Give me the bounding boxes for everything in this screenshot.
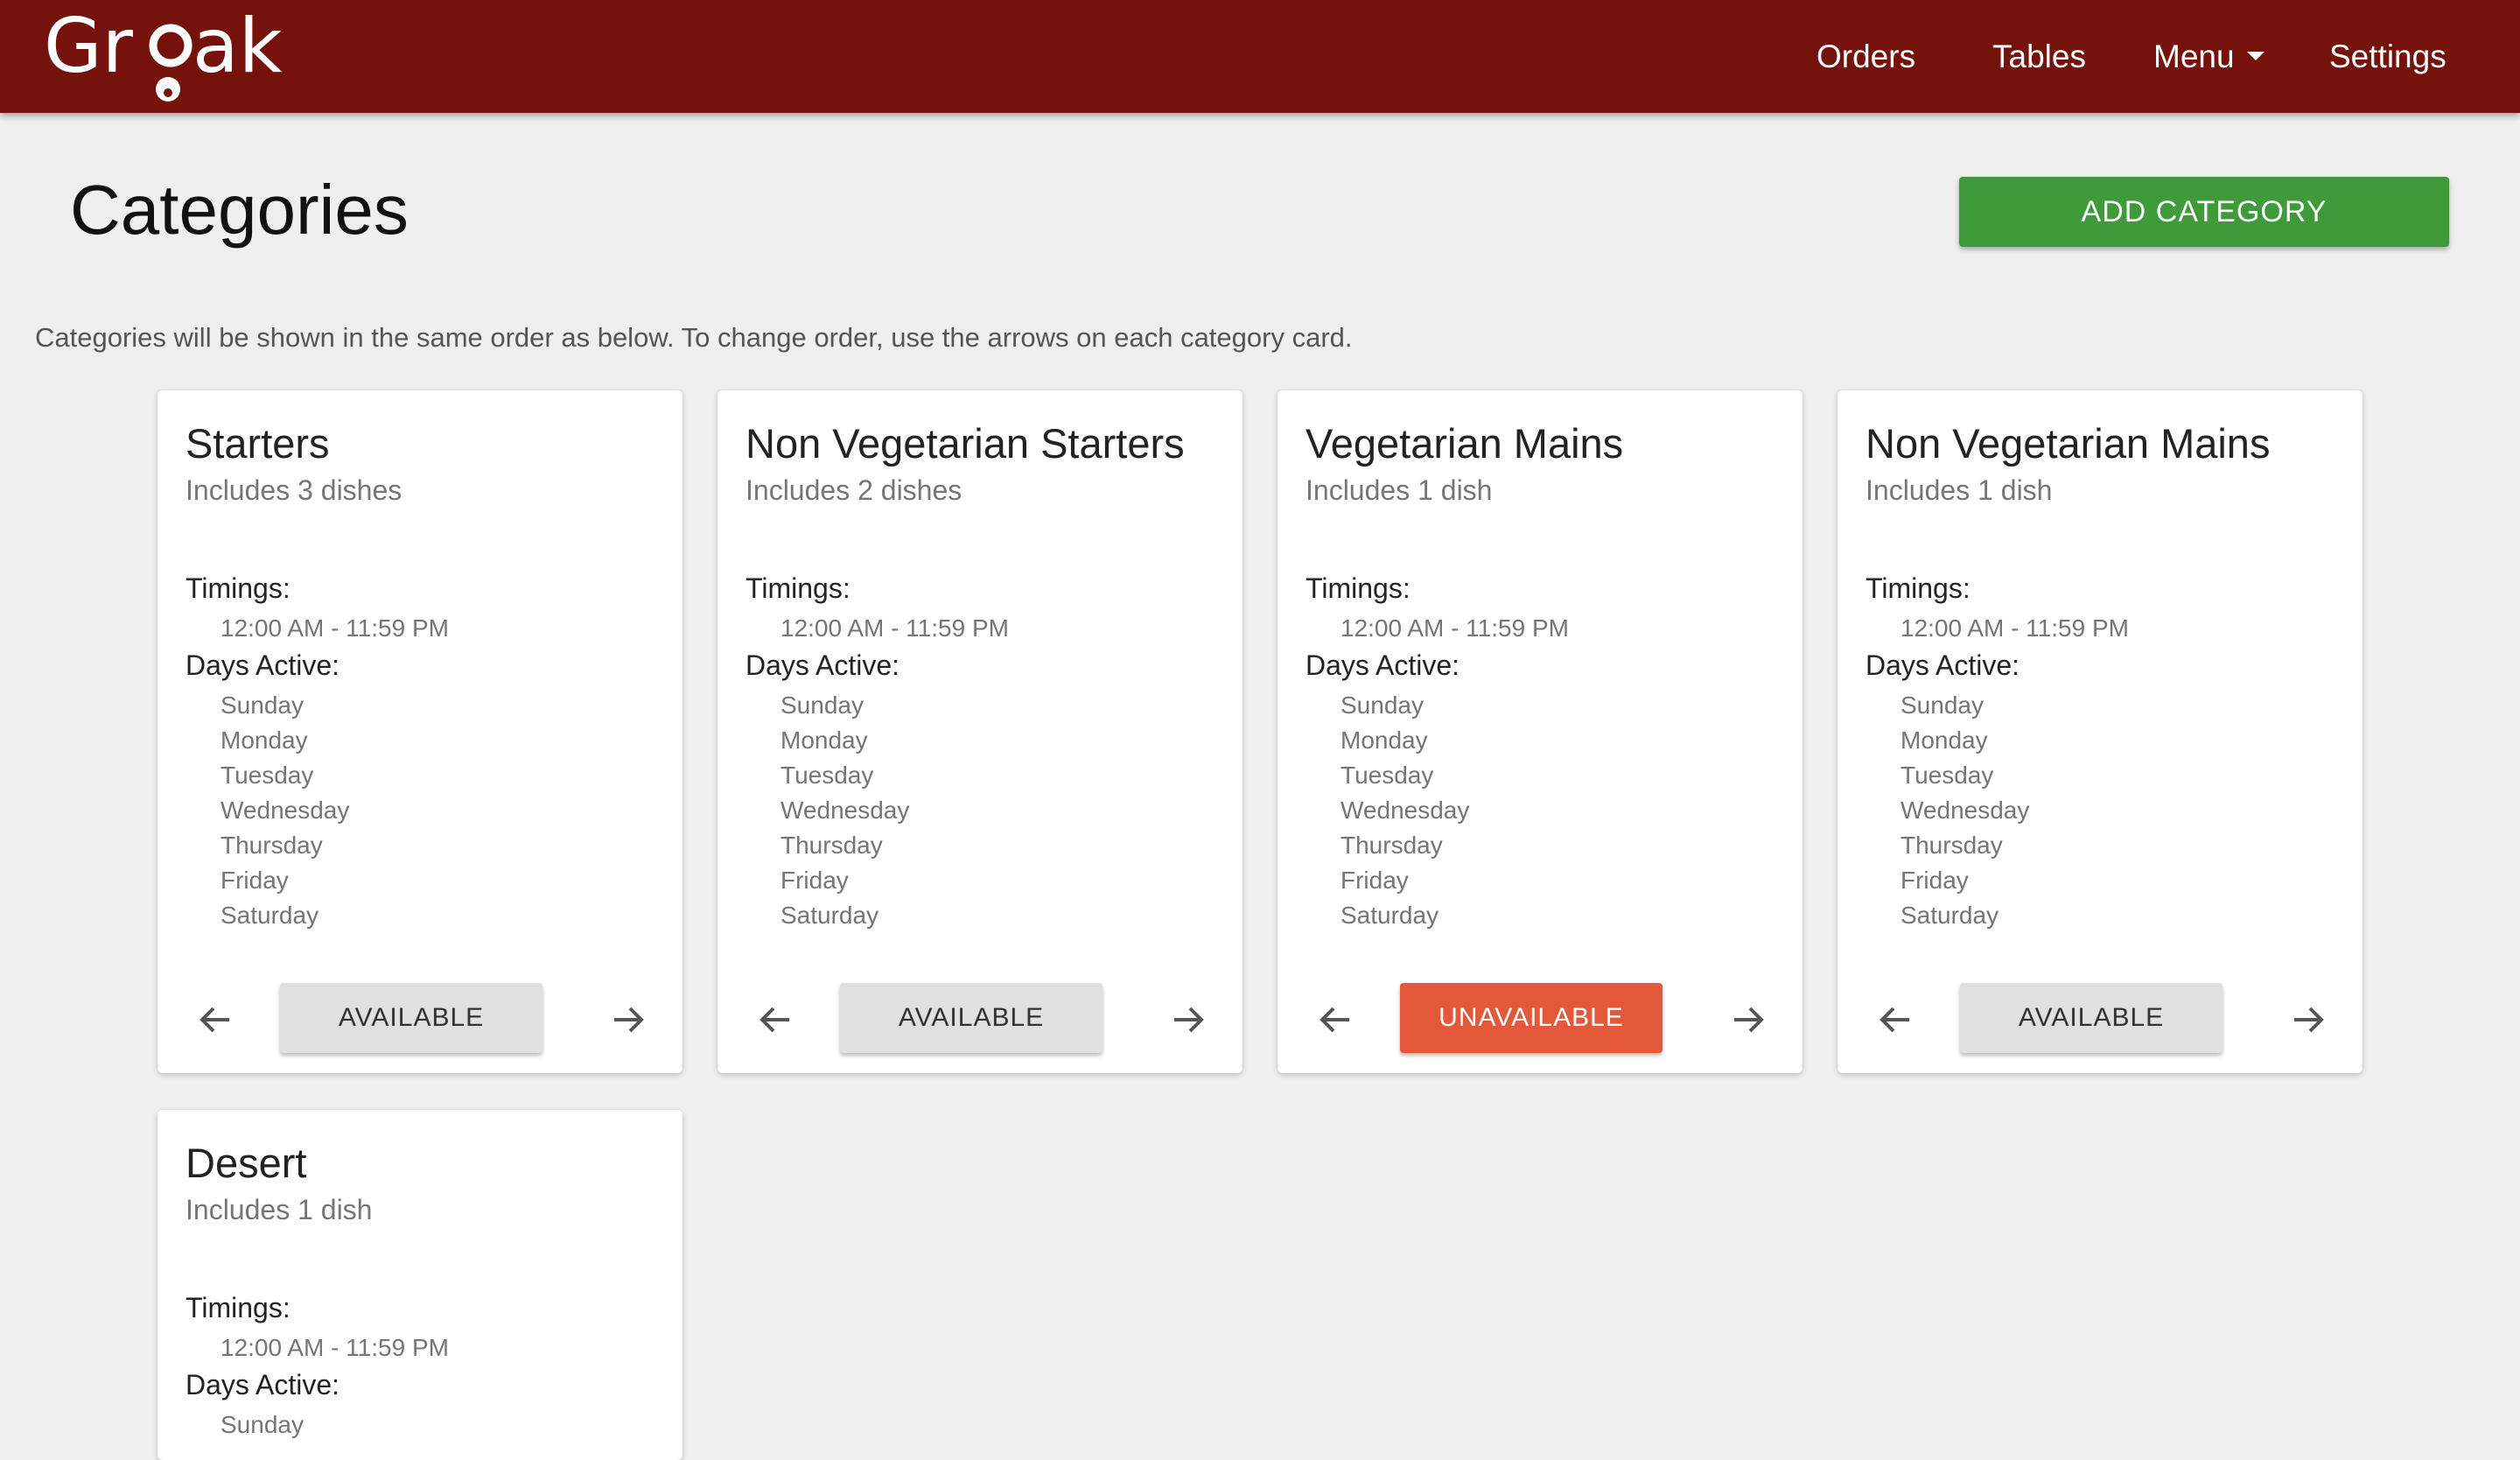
arrow-left-icon[interactable] [1872,997,1918,1042]
day-item: Monday [1340,726,1428,754]
order-hint-text: Categories will be shown in the same ord… [35,322,1353,353]
page-title: Categories [70,171,409,249]
caret-down-icon [2246,52,2264,61]
availability-toggle-button[interactable]: AVAILABLE [1960,983,2222,1053]
timings-label: Timings: [186,572,290,604]
day-item: Thursday [1340,832,1443,859]
days-active-label: Days Active: [1306,649,1460,681]
day-item: Friday [1900,867,1969,894]
day-item: Wednesday [220,797,350,824]
days-list: Sunday Monday Tuesday Wednesday Thursday… [1340,688,1469,933]
day-item: Sunday [1340,691,1424,719]
category-dish-count: Includes 1 dish [186,1194,373,1225]
top-navbar: Gr ak Orders Tables Menu Settings [0,0,2520,113]
days-active-label: Days Active: [186,1369,340,1400]
availability-toggle-button[interactable]: UNAVAILABLE [1400,983,1662,1053]
add-category-button[interactable]: ADD CATEGORY [1959,177,2449,247]
svg-text:ak: ak [192,4,283,90]
timing-range: 12:00 AM - 11:59 PM [780,614,1009,642]
timings-label: Timings: [746,572,850,604]
availability-toggle-button[interactable]: AVAILABLE [280,983,542,1053]
nav-tables[interactable]: Tables [1992,35,2086,79]
day-item: Wednesday [1340,797,1470,824]
category-dish-count: Includes 2 dishes [746,474,962,506]
arrow-left-icon[interactable] [1312,997,1358,1042]
day-item: Sunday [780,691,864,719]
day-item: Friday [780,867,849,894]
arrow-left-icon[interactable] [752,997,798,1042]
days-list: Sunday Monday Tuesday Wednesday Thursday… [220,688,349,933]
day-item: Sunday [1900,691,1984,719]
category-card: Vegetarian Mains Includes 1 dish Timings… [1278,390,1802,1073]
category-dish-count: Includes 3 dishes [186,474,402,506]
day-item: Saturday [1900,902,1999,929]
nav-orders[interactable]: Orders [1816,35,1915,79]
nav-menu-dropdown[interactable]: Menu [2153,35,2264,79]
category-dish-count: Includes 1 dish [1866,474,2053,506]
category-card: Non Vegetarian Mains Includes 1 dish Tim… [1838,390,2362,1073]
day-item: Wednesday [1900,797,2030,824]
groak-logo[interactable]: Gr ak [44,4,298,107]
category-card: Starters Includes 3 dishes Timings: 12:0… [158,390,682,1073]
day-item: Saturday [1340,902,1439,929]
nav-menu-label: Menu [2153,39,2235,74]
day-item: Sunday [220,691,304,719]
day-item: Sunday [220,1411,304,1438]
arrow-right-icon[interactable] [2286,997,2331,1042]
category-card: Desert Includes 1 dish Timings: 12:00 AM… [158,1110,682,1460]
days-list: Sunday Monday Tuesday Wednesday Thursday… [780,688,909,933]
day-item: Wednesday [780,797,910,824]
timings-label: Timings: [1866,572,1970,604]
category-title: Non Vegetarian Mains [1866,420,2271,467]
day-item: Friday [1340,867,1409,894]
arrow-right-icon[interactable] [1166,997,1211,1042]
day-item: Friday [220,867,289,894]
day-item: Tuesday [220,762,314,789]
timings-label: Timings: [1306,572,1410,604]
category-title: Desert [186,1140,307,1186]
timing-range: 12:00 AM - 11:59 PM [1900,614,2129,642]
day-item: Saturday [220,902,319,929]
days-list: Sunday Monday Tuesday Wednesday Thursday… [1900,688,2029,933]
day-item: Monday [780,726,868,754]
timing-range: 12:00 AM - 11:59 PM [220,1334,449,1361]
category-title: Non Vegetarian Starters [746,420,1185,467]
svg-text:Gr: Gr [44,4,134,90]
arrow-right-icon[interactable] [606,997,651,1042]
day-item: Tuesday [1340,762,1434,789]
category-title: Starters [186,420,330,467]
day-item: Monday [220,726,308,754]
category-title: Vegetarian Mains [1306,420,1624,467]
day-item: Tuesday [780,762,874,789]
category-card: Non Vegetarian Starters Includes 2 dishe… [718,390,1242,1073]
arrow-left-icon[interactable] [192,997,238,1042]
day-item: Monday [1900,726,1988,754]
days-active-label: Days Active: [746,649,900,681]
days-list: Sunday [220,1407,304,1442]
timing-range: 12:00 AM - 11:59 PM [1340,614,1569,642]
day-item: Thursday [220,832,323,859]
day-item: Tuesday [1900,762,1994,789]
day-item: Saturday [780,902,879,929]
day-item: Thursday [1900,832,2003,859]
category-dish-count: Includes 1 dish [1306,474,1493,506]
timing-range: 12:00 AM - 11:59 PM [220,614,449,642]
timings-label: Timings: [186,1292,290,1323]
availability-toggle-button[interactable]: AVAILABLE [840,983,1102,1053]
arrow-right-icon[interactable] [1726,997,1771,1042]
days-active-label: Days Active: [1866,649,2020,681]
nav-settings[interactable]: Settings [2329,35,2446,79]
days-active-label: Days Active: [186,649,340,681]
day-item: Thursday [780,832,883,859]
